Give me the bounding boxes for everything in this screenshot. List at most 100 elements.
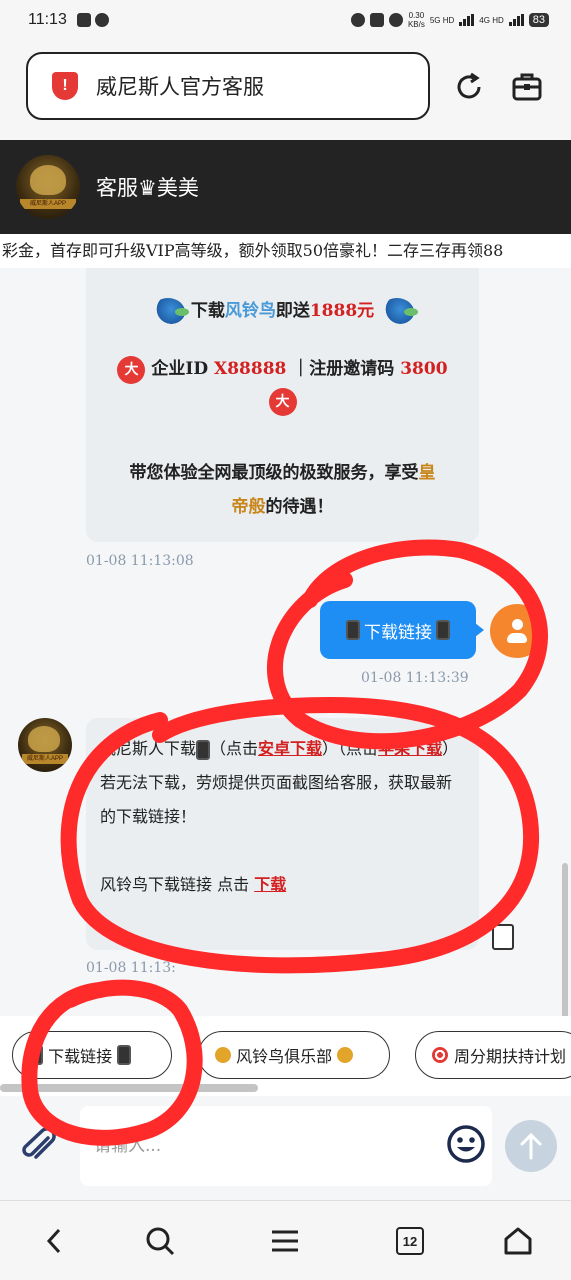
battery-icon: 83 xyxy=(528,13,549,27)
status-time: 11:13 xyxy=(28,11,67,28)
da-badge-icon: 大 xyxy=(117,355,146,384)
app-download-link[interactable]: 下载 xyxy=(254,875,286,894)
smiley-icon xyxy=(447,1125,485,1163)
net-speed: 0.30 KB/s xyxy=(407,11,425,29)
network-4g: 4G HD xyxy=(479,15,504,25)
promo-line-2: 大 企业ID X88888 ｜注册邀请码 3800 xyxy=(86,354,479,384)
chip-label: 下载链接 xyxy=(48,1047,113,1066)
download-instructions: 威尼斯人下载 （点击安卓下载）（点击苹果下载） xyxy=(100,732,465,766)
promo-text: 即送 xyxy=(275,301,310,321)
promo-line-1: 下载风铃鸟即送1888元 xyxy=(86,296,479,326)
agent-avatar-small[interactable]: 威尼斯人APP xyxy=(18,718,72,772)
chat-header: 威尼斯人APP 客服♛美美 xyxy=(0,140,571,234)
message-text: ）（点击 xyxy=(322,739,379,758)
sent-message-text: 下载链接 xyxy=(364,622,432,643)
attach-button[interactable] xyxy=(18,1126,58,1166)
agent-name: 客服♛美美 xyxy=(96,176,199,200)
chip-label: 风铃鸟俱乐部 xyxy=(236,1047,333,1066)
message-icon xyxy=(94,13,109,27)
home-icon xyxy=(504,1227,532,1255)
lion-logo-icon xyxy=(30,165,66,195)
android-download-link[interactable]: 安卓下载 xyxy=(258,739,322,758)
paperclip-icon xyxy=(22,1127,56,1159)
quick-reply-club[interactable]: 风铃鸟俱乐部 xyxy=(198,1031,390,1079)
browser-toolbar: ! 威尼斯人官方客服 xyxy=(0,40,571,140)
bird-icon xyxy=(380,297,419,326)
phone-icon xyxy=(29,1045,43,1065)
bird-icon xyxy=(150,297,189,326)
copy-icon[interactable] xyxy=(488,920,514,950)
sent-message-bubble: 下载链接 xyxy=(320,601,484,659)
notification-icons xyxy=(76,13,109,27)
quick-reply-weekly[interactable]: 周分期扶持计划 xyxy=(415,1031,571,1079)
phone-icon xyxy=(196,739,211,760)
phone-icon xyxy=(117,1045,132,1065)
quick-reply-bar: 下载链接 风铃鸟俱乐部 周分期扶持计划 xyxy=(0,1016,571,1096)
company-id-value: X88888 xyxy=(214,359,287,379)
phone-icon xyxy=(346,620,360,640)
app-download-line: 风铃鸟下载链接 点击 下载 xyxy=(100,868,465,902)
company-id-label: 企业ID xyxy=(151,359,209,379)
briefcase-icon xyxy=(512,73,542,101)
promo-message-bubble: 下载风铃鸟即送1888元 大 企业ID X88888 ｜注册邀请码 3800 大… xyxy=(86,268,479,542)
reload-button[interactable] xyxy=(452,70,486,104)
status-bar: 11:13 0.30 KB/s 5G HD 4G HD 83 xyxy=(0,0,571,40)
message-timestamp: 01-08 11:13:39 xyxy=(361,670,469,686)
message-timestamp: 01-08 11:13: xyxy=(86,960,176,976)
page-title: 威尼斯人官方客服 xyxy=(96,75,264,99)
message-text: 威尼斯人下载 xyxy=(100,739,197,758)
message-composer xyxy=(0,1096,571,1200)
message-text: ） xyxy=(442,739,459,758)
money-bag-icon xyxy=(337,1047,354,1063)
chat-scrollbar[interactable] xyxy=(562,863,568,1016)
phone-icon xyxy=(436,620,450,640)
network-5g: 5G HD xyxy=(429,15,455,25)
emoji-button[interactable] xyxy=(446,1124,486,1164)
message-timestamp: 01-08 11:13:08 xyxy=(86,553,194,569)
invite-code-label: ｜注册邀请码 xyxy=(292,359,395,379)
message-text: （点击 xyxy=(210,739,259,758)
chat-messages[interactable]: 下载风铃鸟即送1888元 大 企业ID X88888 ｜注册邀请码 3800 大… xyxy=(0,268,571,1016)
home-button[interactable] xyxy=(498,1221,538,1261)
screenshot-request: 若无法下载，劳烦提供页面截图给客服，获取最新的下载链接！ xyxy=(100,773,453,826)
data-saver-icon xyxy=(350,13,365,27)
promo-text: 的待遇！ xyxy=(265,497,334,517)
message-text: 风铃鸟下载链接 点击 xyxy=(100,875,250,894)
send-button[interactable] xyxy=(505,1120,557,1172)
chevron-left-icon xyxy=(46,1228,61,1254)
status-right: 0.30 KB/s 5G HD 4G HD 83 xyxy=(350,11,549,29)
agent-avatar[interactable]: 威尼斯人APP xyxy=(16,155,80,219)
tiktok-icon xyxy=(76,13,91,27)
menu-button[interactable] xyxy=(265,1221,305,1261)
search-icon xyxy=(146,1227,175,1256)
money-bag-icon xyxy=(215,1047,231,1063)
promo-line-3: 带您体验全网最顶级的极致服务，享受皇 帝般的待遇！ xyxy=(86,456,479,524)
promo-highlight: 皇 xyxy=(418,463,436,483)
arrow-up-icon xyxy=(520,1132,542,1160)
reload-icon xyxy=(457,72,481,99)
received-message-bubble: 威尼斯人下载 （点击安卓下载）（点击苹果下载） 若无法下载，劳烦提供页面截图给客服… xyxy=(86,718,479,950)
announcement-marquee: 彩金，首存即可升级VIP高等级，额外领取50倍豪礼！二存三存再领88 xyxy=(0,234,571,268)
avatar-tag: 威尼斯人APP xyxy=(20,199,76,209)
address-bar[interactable]: ! 威尼斯人官方客服 xyxy=(26,52,430,120)
invite-code-value: 3800 xyxy=(400,359,448,379)
tab-count: 12 xyxy=(396,1227,424,1255)
signal-icon xyxy=(459,14,475,26)
quick-reply-download[interactable]: 下载链接 xyxy=(12,1031,172,1079)
avatar-tag: 威尼斯人APP xyxy=(22,754,68,764)
lion-logo-icon xyxy=(28,726,60,752)
moon-icon xyxy=(388,13,403,27)
security-warning-icon[interactable]: ! xyxy=(52,72,78,100)
toolbox-button[interactable] xyxy=(510,70,544,104)
mute-icon xyxy=(369,13,384,27)
message-input[interactable] xyxy=(80,1106,492,1186)
quick-reply-scrollbar[interactable] xyxy=(0,1084,258,1092)
promo-highlight: 帝般 xyxy=(231,497,266,517)
back-button[interactable] xyxy=(34,1221,74,1261)
chip-label: 周分期扶持计划 xyxy=(454,1047,567,1066)
search-button[interactable] xyxy=(140,1221,180,1261)
da-badge-icon: 大 xyxy=(268,388,297,416)
apple-download-link[interactable]: 苹果下载 xyxy=(378,739,442,758)
signal-icon-2 xyxy=(508,14,524,26)
tabs-button[interactable]: 12 xyxy=(390,1221,430,1261)
